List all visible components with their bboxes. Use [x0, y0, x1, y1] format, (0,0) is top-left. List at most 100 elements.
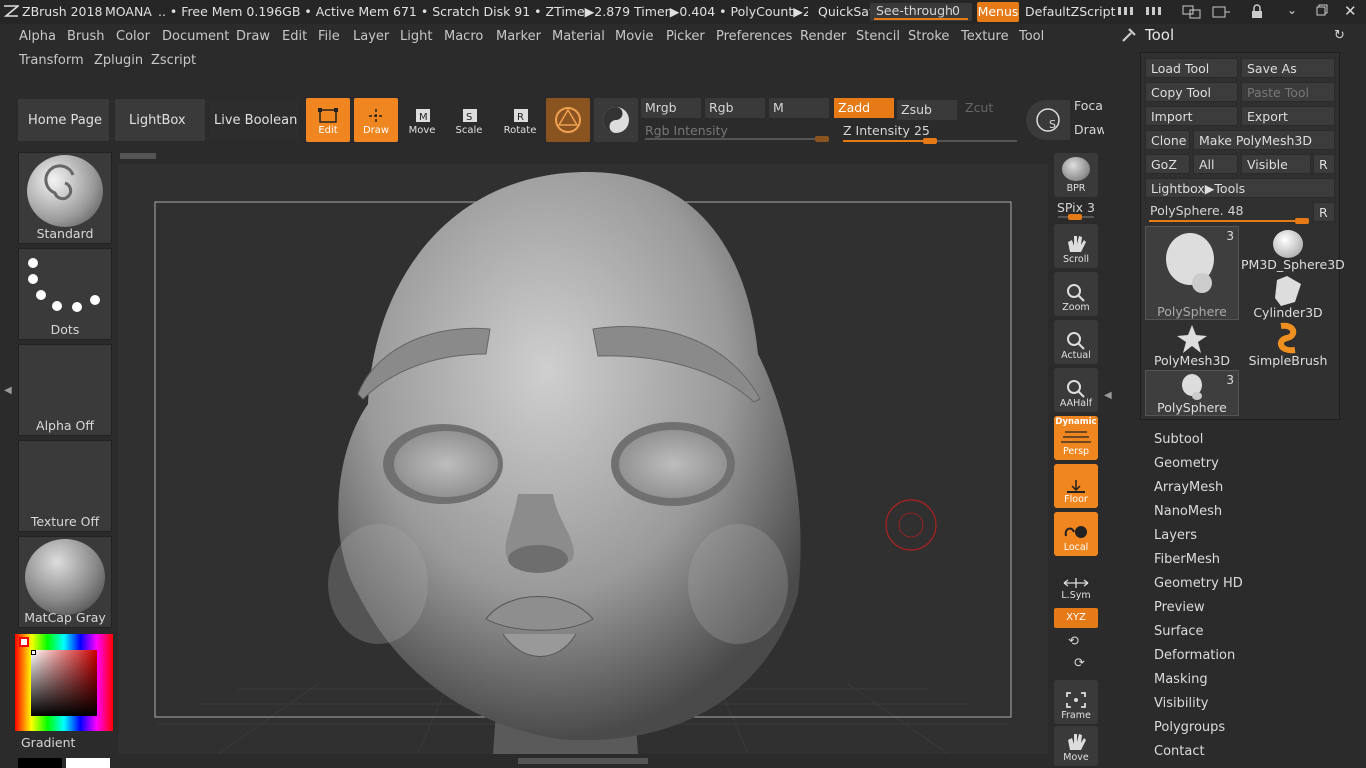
subpalette-layers[interactable]: Layers [1154, 528, 1197, 543]
subpalette-geometry[interactable]: Geometry [1154, 456, 1219, 471]
menu-macro[interactable]: Macro [440, 26, 487, 47]
lightbox-button[interactable]: LightBox [114, 98, 206, 142]
menu-file[interactable]: File [314, 26, 344, 47]
bpr-button[interactable]: BPR [1054, 153, 1098, 197]
tool-thumb-pm3d-sphere3d[interactable]: PM3D_Sphere3D [1241, 226, 1345, 272]
subpalette-fibermesh[interactable]: FiberMesh [1154, 552, 1220, 567]
restore-icon[interactable] [1316, 4, 1328, 19]
menu-draw[interactable]: Draw [232, 26, 274, 47]
subpalette-subtool[interactable]: Subtool [1154, 432, 1203, 447]
subpalette-nanomesh[interactable]: NanoMesh [1154, 504, 1222, 519]
goz-button[interactable]: GoZ [1145, 154, 1190, 174]
export-button[interactable]: Export [1241, 106, 1335, 126]
local-button[interactable]: Local [1054, 512, 1098, 556]
main-color-swatch-2[interactable] [66, 758, 110, 768]
solo-mode-button[interactable] [594, 98, 638, 142]
minimize-icon[interactable]: ⌄ [1287, 3, 1297, 17]
menu-texture[interactable]: Texture [957, 26, 1013, 47]
focal-label[interactable]: Focal [1074, 98, 1104, 113]
menu-zplugin[interactable]: Zplugin [90, 50, 147, 71]
rgb-intensity-slider[interactable]: Rgb Intensity [641, 122, 831, 142]
focal-shift-button[interactable]: S [1026, 100, 1070, 140]
menu-picker[interactable]: Picker [662, 26, 709, 47]
menu-edit[interactable]: Edit [278, 26, 311, 47]
goz-visible-button[interactable]: Visible [1241, 154, 1311, 174]
rotate-y-icon[interactable]: ⟲ [1068, 634, 1079, 649]
menu-render[interactable]: Render [796, 26, 850, 47]
left-collapse-icon[interactable]: ◀ [4, 385, 12, 396]
subpalette-masking[interactable]: Masking [1154, 672, 1208, 687]
menu-movie[interactable]: Movie [611, 26, 657, 47]
stroke-selector[interactable]: Dots [18, 248, 112, 340]
floor-button[interactable]: Floor [1054, 464, 1098, 508]
goz-all-button[interactable]: All [1193, 154, 1238, 174]
layout-toggle-icon[interactable] [1117, 5, 1139, 20]
main-color-swatch[interactable] [19, 637, 29, 647]
subpalette-surface[interactable]: Surface [1154, 624, 1204, 639]
move-mode-button[interactable]: M Move [400, 98, 444, 142]
paste-tool-button[interactable]: Paste Tool [1241, 82, 1335, 102]
move-view-button[interactable]: Move [1054, 726, 1098, 766]
xyz-button[interactable]: XYZ [1054, 608, 1098, 628]
draw-mode-button[interactable]: Draw [354, 98, 398, 142]
tool-thumb-polymesh3d[interactable]: PolyMesh3D [1145, 322, 1239, 368]
scroll-button[interactable]: Scroll [1054, 224, 1098, 268]
persp-button[interactable]: Dynamic Persp [1054, 416, 1098, 460]
palette-refresh-icon[interactable]: ↻ [1334, 28, 1345, 43]
default-zscript-button[interactable]: DefaultZScript [1025, 4, 1116, 19]
draw-size-label[interactable]: Draw [1074, 122, 1104, 137]
texture-selector[interactable]: Texture Off [18, 440, 112, 532]
goz-r-button[interactable]: R [1313, 154, 1335, 174]
subpalette-preview[interactable]: Preview [1154, 600, 1205, 615]
window-swap-icon[interactable] [1210, 4, 1232, 23]
window-layout-icon[interactable] [1181, 4, 1203, 23]
zadd-button[interactable]: Zadd [834, 98, 894, 118]
secondary-color-swatch[interactable] [18, 758, 62, 768]
viewport-bottom-scroll[interactable] [518, 758, 648, 764]
viewport-scroll-handle[interactable] [120, 153, 156, 159]
m-button[interactable]: M [769, 98, 829, 118]
menu-material[interactable]: Material [548, 26, 609, 47]
tool-thumb-polysphere[interactable]: 3 PolySphere [1145, 226, 1239, 320]
copy-tool-button[interactable]: Copy Tool [1145, 82, 1238, 102]
subpalette-polygroups[interactable]: Polygroups [1154, 720, 1225, 735]
polysphere-slider[interactable]: PolySphere. 48 [1145, 202, 1310, 224]
subpalette-visibility[interactable]: Visibility [1154, 696, 1208, 711]
lightbox-tools-button[interactable]: Lightbox▶Tools [1145, 178, 1335, 198]
layout-toggle-2-icon[interactable] [1145, 5, 1167, 20]
actual-button[interactable]: Actual [1054, 320, 1098, 364]
color-saturation-square[interactable] [31, 650, 97, 716]
home-page-button[interactable]: Home Page [17, 98, 110, 142]
edit-mode-button[interactable]: Edit [306, 98, 350, 142]
menu-preferences[interactable]: Preferences [712, 26, 796, 47]
scale-mode-button[interactable]: S Scale [447, 98, 491, 142]
load-tool-button[interactable]: Load Tool [1145, 58, 1238, 78]
rotate-mode-button[interactable]: R Rotate [498, 98, 542, 142]
spix-slider[interactable]: SPix 3 [1054, 200, 1098, 220]
tool-palette-title[interactable]: Tool [1145, 26, 1174, 44]
clone-button[interactable]: Clone [1145, 130, 1190, 150]
menus-button[interactable]: Menus [977, 2, 1019, 22]
menu-layer[interactable]: Layer [349, 26, 393, 47]
see-through-slider[interactable]: See-through 0 [870, 3, 972, 21]
tool-thumb-simplebrush[interactable]: SimpleBrush [1241, 322, 1335, 368]
canvas-viewport[interactable] [118, 164, 1048, 755]
subpalette-contact[interactable]: Contact [1154, 744, 1205, 759]
rgb-button[interactable]: Rgb [705, 98, 765, 118]
zcut-button[interactable]: Zcut [961, 98, 1021, 118]
menu-tool[interactable]: Tool [1015, 26, 1048, 47]
alpha-selector[interactable]: Alpha Off [18, 344, 112, 436]
lock-icon[interactable] [1250, 4, 1264, 23]
polysphere-r-button[interactable]: R [1313, 202, 1335, 222]
lsym-button[interactable]: L.Sym [1054, 560, 1098, 604]
menu-color[interactable]: Color [112, 26, 154, 47]
brush-selector[interactable]: Standard [18, 152, 112, 244]
menu-light[interactable]: Light [396, 26, 436, 47]
rotate-z-icon[interactable]: ⟳ [1074, 656, 1085, 671]
gradient-label[interactable]: Gradient [21, 735, 75, 750]
subpalette-deformation[interactable]: Deformation [1154, 648, 1235, 663]
right-collapse-icon[interactable]: ◀ [1104, 390, 1112, 401]
zsub-button[interactable]: Zsub [897, 100, 957, 120]
menu-zscript[interactable]: Zscript [147, 50, 200, 71]
frame-button[interactable]: Frame [1054, 680, 1098, 724]
